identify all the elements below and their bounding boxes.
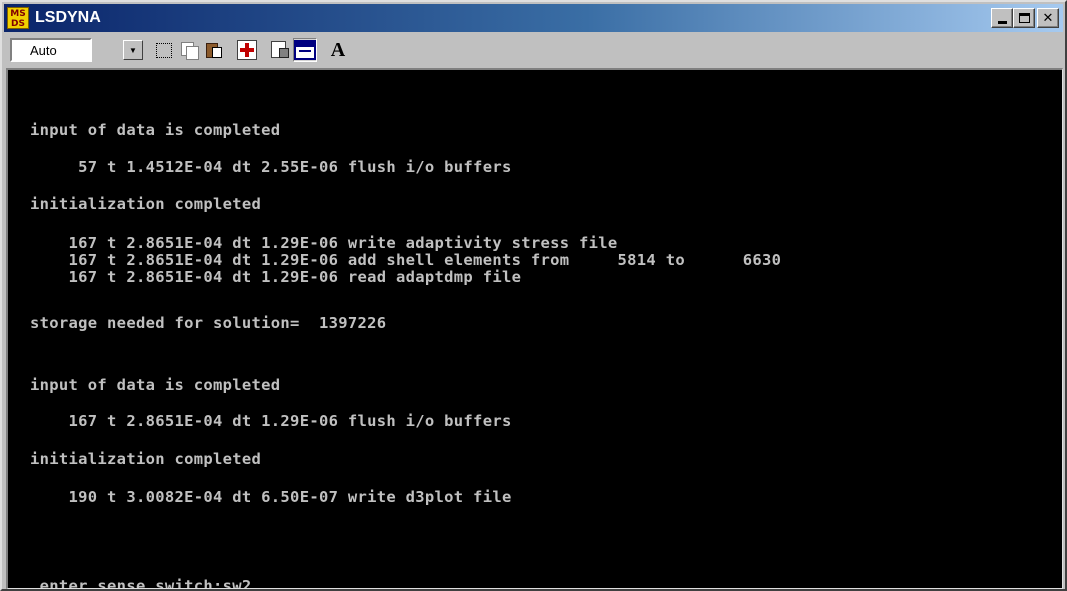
console-line: 167 t 2.8651E-04 dt 1.29E-06 read adaptd… (30, 268, 522, 286)
window-controls: ✕ (991, 8, 1059, 28)
maximize-button[interactable] (1013, 8, 1035, 28)
app-icon-label-top: MS (10, 9, 26, 19)
console-line: 167 t 2.8651E-04 dt 1.29E-06 write adapt… (30, 234, 618, 252)
title-bar[interactable]: MS DS LSDYNA ✕ (4, 4, 1063, 32)
font-size-dropdown-button[interactable]: ▼ (123, 40, 143, 60)
close-icon: ✕ (1042, 10, 1054, 26)
copy-button[interactable] (177, 38, 201, 62)
console-line: storage needed for solution= 1397226 (30, 314, 387, 332)
console-line: input of data is completed (30, 376, 281, 394)
font-button[interactable]: A (326, 38, 350, 62)
console-line: 167 t 2.8651E-04 dt 1.29E-06 flush i/o b… (30, 412, 512, 430)
full-screen-button[interactable] (235, 38, 259, 62)
console-output[interactable]: input of data is completed 57 t 1.4512E-… (6, 68, 1063, 589)
properties-button[interactable] (268, 38, 292, 62)
window-title: LSDYNA (35, 9, 101, 26)
console-line: initialization completed (30, 195, 262, 213)
properties-icon (270, 40, 290, 60)
console-toolbar: Auto ▼ A (4, 34, 1063, 66)
font-icon: A (330, 38, 346, 61)
font-size-select[interactable]: Auto (10, 38, 92, 62)
paste-icon (205, 41, 223, 59)
minimize-button[interactable] (991, 8, 1013, 28)
console-line: input of data is completed (30, 121, 281, 139)
mark-icon (156, 42, 172, 58)
full-screen-icon (237, 40, 257, 60)
mark-button[interactable] (152, 38, 176, 62)
close-button[interactable]: ✕ (1037, 8, 1059, 28)
console-line: initialization completed (30, 450, 262, 468)
background-icon (294, 40, 316, 60)
console-line: 190 t 3.0082E-04 dt 6.50E-07 write d3plo… (30, 488, 512, 506)
app-icon[interactable]: MS DS (7, 7, 29, 29)
console-line: 167 t 2.8651E-04 dt 1.29E-06 add shell e… (30, 251, 782, 269)
maximize-icon (1018, 13, 1030, 23)
console-line: 57 t 1.4512E-04 dt 2.55E-06 flush i/o bu… (30, 158, 512, 176)
paste-button[interactable] (202, 38, 226, 62)
background-button[interactable] (293, 38, 317, 62)
console-window: MS DS LSDYNA ✕ Auto ▼ A input of data is… (0, 0, 1067, 591)
console-prompt-line: .enter sense switch:sw2 (30, 578, 262, 589)
chevron-down-icon: ▼ (129, 45, 137, 55)
console-prompt: .enter sense switch:sw2 (30, 577, 252, 589)
copy-icon (180, 42, 199, 60)
minimize-icon (997, 20, 1007, 24)
app-icon-label-bottom: DS (11, 19, 25, 29)
font-size-value: Auto (30, 42, 57, 58)
